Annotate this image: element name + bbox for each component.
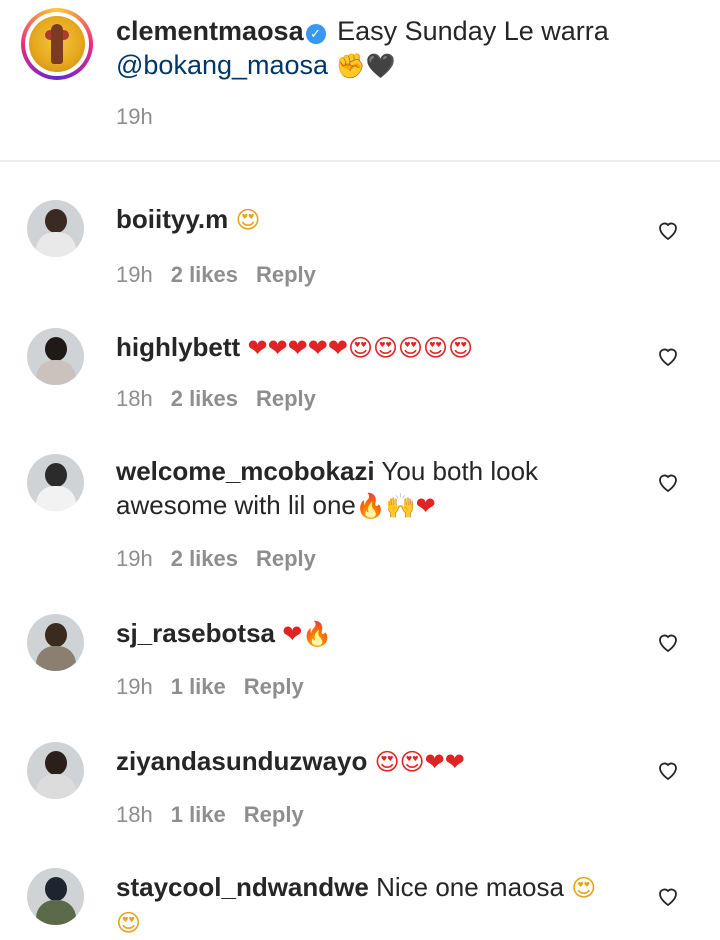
comment-meta: 18h 1 like Reply: [116, 802, 304, 828]
comment-likes[interactable]: 2 likes: [171, 546, 238, 571]
comment-username[interactable]: highlybett: [116, 332, 240, 362]
avatar[interactable]: [27, 868, 84, 925]
comment-body: Nice one maosa: [376, 872, 564, 902]
comment-text: ziyandasunduzwayo 😍😍❤❤: [116, 744, 676, 779]
verified-badge-icon: ✓: [305, 24, 326, 44]
comment-likes[interactable]: 1 like: [171, 674, 226, 699]
comment-text: highlybett ❤❤❤❤❤😍😍😍😍😍: [116, 330, 676, 365]
comment-text: boiityy.m 😍: [116, 202, 676, 237]
caption-mention[interactable]: @bokang_maosa: [116, 50, 328, 80]
comment-meta: 19h 2 likes Reply: [116, 546, 316, 572]
comment-time: 19h: [116, 262, 153, 287]
comment-emojis: 😍😍❤❤: [374, 748, 465, 776]
comment-emojis: ❤🔥: [282, 620, 333, 648]
comment-likes[interactable]: 2 likes: [171, 386, 238, 411]
comment-time: 19h: [116, 674, 153, 699]
comment-meta: 19h 1 like Reply: [116, 674, 304, 700]
avatar[interactable]: [27, 614, 84, 671]
comment-time: 19h: [116, 546, 153, 571]
comment-username[interactable]: ziyandasunduzwayo: [116, 746, 367, 776]
caption-time: 19h: [116, 104, 153, 129]
comment-time: 18h: [116, 802, 153, 827]
reply-button[interactable]: Reply: [256, 546, 316, 571]
comment-username[interactable]: sj_rasebotsa: [116, 618, 275, 648]
comment-username[interactable]: boiityy.m: [116, 204, 228, 234]
comment-emojis: ❤❤❤❤❤😍😍😍😍😍: [247, 334, 474, 362]
reply-button[interactable]: Reply: [256, 262, 316, 287]
caption-avatar[interactable]: [21, 8, 93, 80]
comment-meta: 18h 2 likes Reply: [116, 386, 316, 412]
reply-button[interactable]: Reply: [244, 674, 304, 699]
caption-body: Easy Sunday Le warra: [337, 16, 609, 46]
caption-emojis: ✊🖤: [335, 52, 396, 80]
heart-outline-icon[interactable]: [656, 344, 680, 368]
post-caption: clementmaosa ✓ Easy Sunday Le warra @boka…: [0, 0, 720, 160]
heart-outline-icon[interactable]: [656, 218, 680, 242]
divider: [0, 160, 720, 162]
comment-time: 18h: [116, 386, 153, 411]
comment-username[interactable]: staycool_ndwandwe: [116, 872, 369, 902]
heart-outline-icon[interactable]: [656, 630, 680, 654]
comment-text: welcome_mcobokazi You both look awesome …: [116, 454, 646, 523]
comment-emojis: 🔥🙌❤: [355, 492, 436, 520]
caption-text: clementmaosa ✓ Easy Sunday Le warra @boka…: [116, 14, 696, 83]
heart-outline-icon[interactable]: [656, 884, 680, 908]
avatar[interactable]: [27, 742, 84, 799]
comment-meta: 19h 2 likes Reply: [116, 262, 316, 288]
comment-likes[interactable]: 1 like: [171, 802, 226, 827]
avatar[interactable]: [27, 200, 84, 257]
comment-emojis: 😍: [235, 206, 261, 234]
comment-likes[interactable]: 2 likes: [171, 262, 238, 287]
comment-text: sj_rasebotsa ❤🔥: [116, 616, 676, 651]
reply-button[interactable]: Reply: [256, 386, 316, 411]
heart-outline-icon[interactable]: [656, 758, 680, 782]
avatar[interactable]: [27, 454, 84, 511]
heart-outline-icon[interactable]: [656, 470, 680, 494]
comment-username[interactable]: welcome_mcobokazi: [116, 456, 375, 486]
caption-username[interactable]: clementmaosa: [116, 16, 304, 46]
avatar[interactable]: [27, 328, 84, 385]
reply-button[interactable]: Reply: [244, 802, 304, 827]
